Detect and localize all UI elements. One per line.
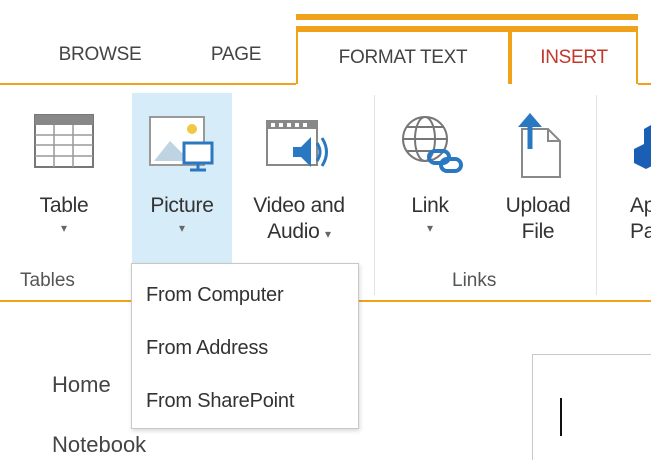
nav-notebook[interactable]: Notebook bbox=[52, 432, 146, 458]
video-audio-label-line2-text: Audio bbox=[267, 220, 320, 243]
video-audio-label-line1: Video and bbox=[253, 194, 345, 217]
picture-dropdown-menu: From Computer From Address From SharePoi… bbox=[131, 263, 359, 429]
link-button[interactable]: Link ▾ bbox=[384, 93, 476, 263]
picture-button[interactable]: Picture ▾ bbox=[132, 93, 232, 263]
picture-icon bbox=[149, 116, 214, 172]
table-icon bbox=[34, 114, 94, 168]
link-label: Link bbox=[411, 194, 449, 217]
chevron-down-icon: ▾ bbox=[178, 221, 186, 235]
menu-item-from-computer[interactable]: From Computer bbox=[146, 284, 284, 307]
upload-label-line2: File bbox=[521, 220, 555, 243]
nav-home[interactable]: Home bbox=[52, 372, 111, 398]
app-part-button[interactable]: Ap Pa bbox=[612, 93, 651, 263]
table-label: Table bbox=[39, 194, 89, 217]
chevron-down-icon: ▾ bbox=[325, 227, 331, 241]
chevron-down-icon: ▾ bbox=[60, 221, 68, 235]
menu-item-from-sharepoint[interactable]: From SharePoint bbox=[146, 390, 294, 413]
table-button[interactable]: Table ▾ bbox=[18, 93, 110, 263]
video-audio-label-line2: Audio ▾ bbox=[238, 219, 360, 247]
content-editor[interactable] bbox=[532, 354, 651, 460]
text-cursor bbox=[560, 398, 562, 436]
upload-file-icon bbox=[518, 113, 561, 178]
video-and-audio-button[interactable]: Video and Audio ▾ bbox=[238, 93, 360, 263]
group-separator bbox=[374, 95, 375, 295]
chevron-down-icon: ▾ bbox=[426, 221, 434, 235]
app-part-icon bbox=[634, 125, 651, 169]
app-part-label-line2: Pa bbox=[630, 220, 651, 243]
upload-label-line1: Upload bbox=[505, 194, 571, 217]
app-part-label-line1: Ap bbox=[630, 194, 651, 217]
menu-item-from-address[interactable]: From Address bbox=[146, 337, 268, 360]
group-label-links: Links bbox=[452, 270, 497, 291]
picture-label: Picture bbox=[150, 194, 214, 217]
tab-highlight-strip bbox=[296, 14, 638, 20]
tab-format-text[interactable]: FORMAT TEXT bbox=[296, 26, 510, 84]
tab-page[interactable]: PAGE bbox=[186, 26, 286, 84]
group-separator bbox=[596, 95, 597, 295]
group-label-tables: Tables bbox=[20, 270, 75, 291]
upload-file-button[interactable]: Upload File bbox=[490, 93, 586, 263]
ribbon-tabs: BROWSE PAGE FORMAT TEXT INSERT bbox=[0, 0, 651, 85]
video-audio-icon bbox=[266, 120, 328, 167]
link-icon bbox=[402, 116, 463, 173]
tab-insert[interactable]: INSERT bbox=[510, 26, 638, 84]
tab-browse[interactable]: BROWSE bbox=[40, 26, 160, 84]
